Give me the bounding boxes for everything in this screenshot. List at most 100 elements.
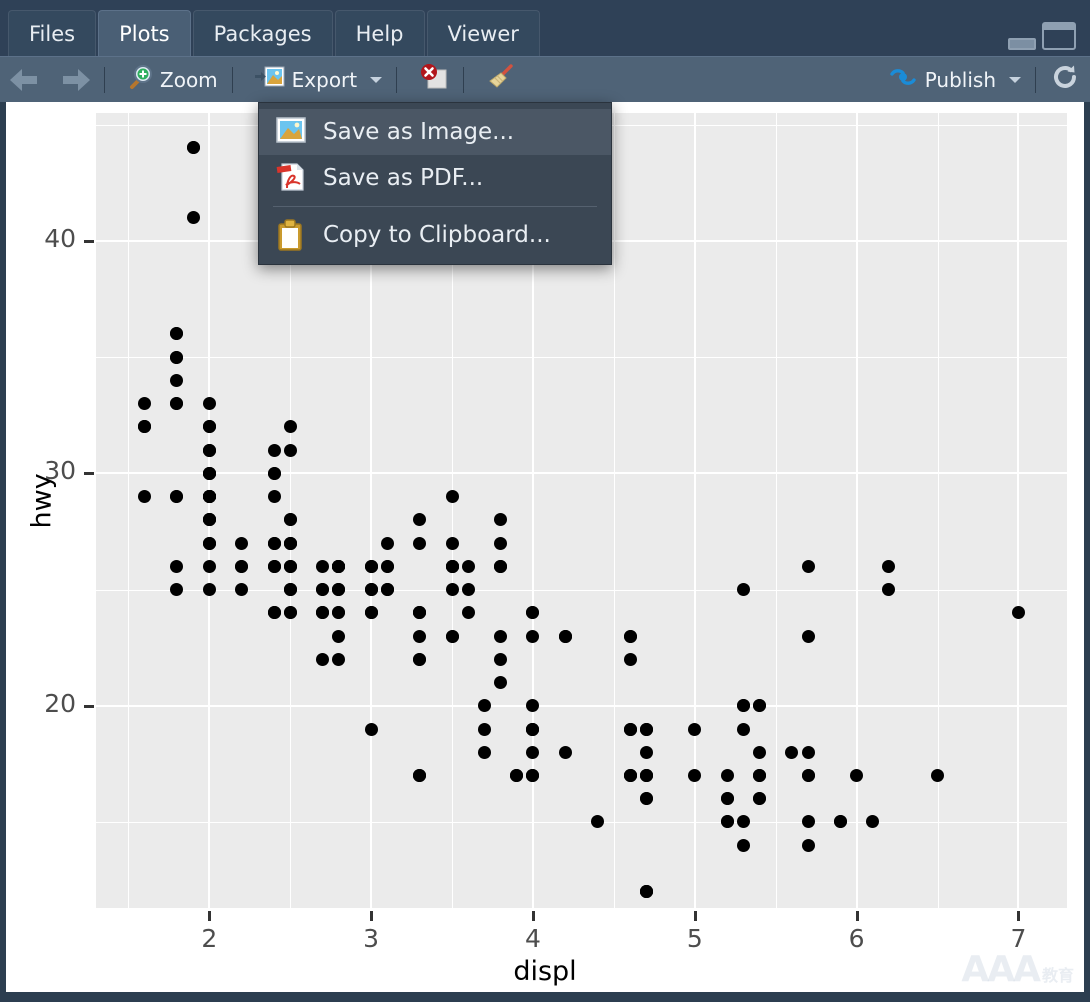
data-point (283, 420, 297, 434)
export-label: Export (291, 67, 358, 92)
gridline-major-vertical (855, 113, 858, 908)
export-dropdown-menu: Save as Image... Save as PDF... Copy to Cl… (258, 102, 612, 265)
remove-plot-icon (419, 64, 449, 95)
tab-plots[interactable]: Plots (98, 10, 191, 56)
menu-item-copy-to-clipboard[interactable]: Copy to Clipboard... (259, 212, 611, 258)
forward-button[interactable] (50, 57, 100, 103)
data-point (720, 769, 734, 782)
data-point (526, 769, 540, 782)
tab-label: Packages (213, 21, 312, 46)
data-point (866, 815, 880, 829)
data-point (850, 769, 864, 782)
data-point (736, 838, 750, 852)
data-point (170, 373, 184, 387)
tab-label: Viewer (447, 21, 519, 46)
x-axis-tick-label: 5 (686, 924, 703, 953)
gridline-major-horizontal (96, 704, 1067, 707)
clear-all-plots-button[interactable] (468, 57, 528, 103)
data-point (785, 745, 799, 759)
zoom-button[interactable]: Zoom (109, 57, 228, 103)
data-point (494, 559, 508, 573)
data-point (882, 559, 896, 573)
data-point (202, 559, 216, 573)
minimize-button[interactable] (1008, 38, 1036, 50)
data-point (639, 745, 653, 759)
x-axis-tick-mark (531, 911, 535, 921)
data-point (526, 745, 540, 759)
clipboard-icon (275, 219, 307, 251)
data-point (558, 745, 572, 759)
data-point (526, 606, 540, 620)
data-point (235, 559, 249, 573)
toolbar-separator (396, 66, 398, 93)
x-axis-tick-label: 3 (363, 924, 380, 953)
data-point (494, 536, 508, 550)
refresh-button[interactable] (1040, 57, 1090, 103)
data-point (283, 443, 297, 457)
x-axis-tick-mark (208, 911, 212, 921)
tab-help[interactable]: Help (334, 10, 425, 56)
data-point (267, 559, 281, 573)
tab-viewer[interactable]: Viewer (426, 10, 540, 56)
gridline-major-horizontal (96, 472, 1067, 475)
y-axis-tick-mark (84, 472, 94, 476)
menu-item-label: Copy to Clipboard... (323, 222, 551, 248)
x-axis-tick-label: 4 (524, 924, 541, 953)
data-point (235, 583, 249, 597)
data-point (267, 443, 281, 457)
data-point (267, 606, 281, 620)
gridline-major-vertical (208, 113, 211, 908)
data-point (235, 536, 249, 550)
image-icon (275, 116, 307, 148)
data-point (445, 490, 459, 504)
data-point (283, 536, 297, 550)
tab-label: Help (355, 21, 404, 46)
remove-plot-button[interactable] (401, 57, 459, 103)
data-point (364, 583, 378, 597)
publish-label: Publish (924, 67, 996, 92)
data-point (170, 559, 184, 573)
menu-item-save-as-pdf[interactable]: Save as PDF... (259, 155, 611, 201)
tab-files[interactable]: Files (8, 10, 97, 56)
data-point (720, 815, 734, 829)
publish-button[interactable]: Publish (878, 57, 1031, 103)
data-point (186, 211, 200, 225)
arrow-right-icon (60, 68, 90, 91)
data-point (202, 397, 216, 411)
data-point (445, 536, 459, 550)
x-axis-tick-label: 7 (1010, 924, 1027, 953)
x-axis-tick-mark (1017, 911, 1021, 921)
data-point (461, 583, 475, 597)
data-point (267, 466, 281, 480)
chevron-down-icon[interactable] (1009, 76, 1021, 83)
data-point (753, 745, 767, 759)
data-point (267, 536, 281, 550)
pane-tabbar: Files Plots Packages Help Viewer (0, 0, 1090, 56)
data-point (445, 583, 459, 597)
menu-item-save-as-image[interactable]: Save as Image... (259, 109, 611, 155)
data-point (138, 490, 152, 504)
data-point (413, 513, 427, 527)
data-point (413, 652, 427, 666)
data-point (526, 699, 540, 713)
data-point (688, 769, 702, 782)
data-point (283, 583, 297, 597)
data-point (461, 559, 475, 573)
data-point (736, 583, 750, 597)
data-point (494, 629, 508, 643)
data-point (801, 815, 815, 829)
toolbar-separator (463, 66, 465, 93)
toolbar-separator (231, 66, 233, 93)
data-point (801, 559, 815, 573)
data-point (494, 676, 508, 690)
maximize-button[interactable] (1042, 22, 1076, 50)
x-axis-tick-mark (370, 911, 374, 921)
data-point (494, 513, 508, 527)
gridline-major-vertical (693, 113, 696, 908)
back-button[interactable] (0, 57, 50, 103)
data-point (413, 536, 427, 550)
export-button[interactable]: Export (237, 57, 392, 103)
magnifier-plus-icon (127, 64, 153, 95)
tab-packages[interactable]: Packages (192, 10, 333, 56)
y-axis-tick-label: 40 (44, 223, 76, 253)
